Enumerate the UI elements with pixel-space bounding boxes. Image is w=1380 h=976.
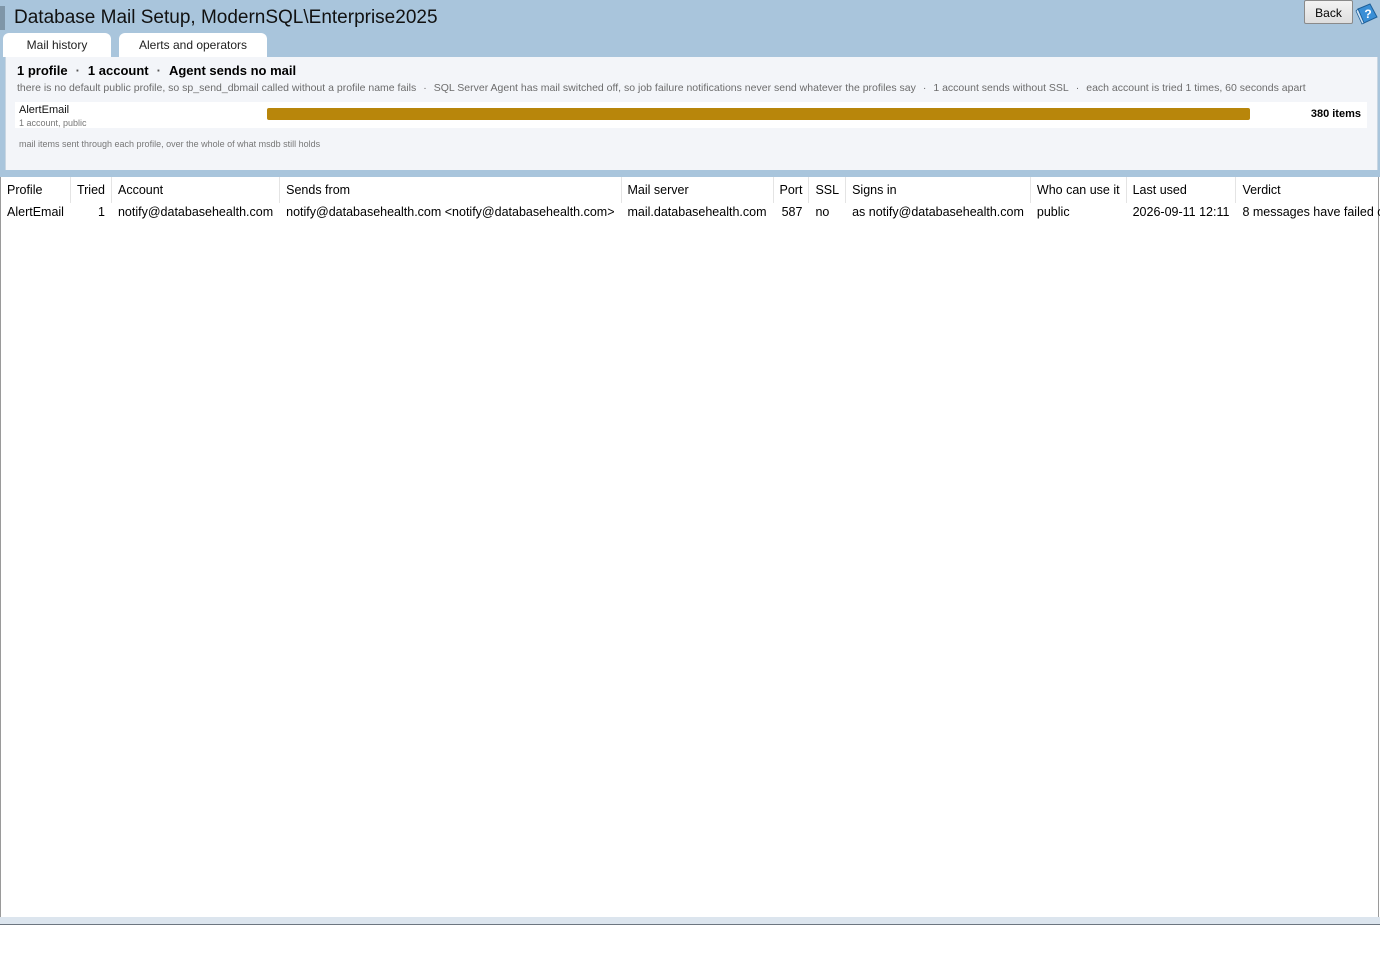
usage-footnote: mail items sent through each profile, ov… (19, 139, 321, 149)
warning-text: each account is tried 1 times, 60 second… (1086, 82, 1306, 94)
headline-separator: · (75, 63, 80, 78)
column-header-last-used[interactable]: Last used (1126, 177, 1237, 203)
accounts-table: Profile Tried Account Sends from Mail se… (1, 177, 1380, 221)
cell-account: notify@databasehealth.com (117, 205, 274, 219)
column-header-verdict[interactable]: Verdict (1235, 177, 1380, 203)
column-header-mail-server[interactable]: Mail server (621, 177, 774, 203)
warning-separator: · (423, 82, 427, 94)
cell-sends-from: notify@databasehealth.com <notify@databa… (286, 205, 615, 219)
svg-text:?: ? (1364, 7, 1371, 21)
title-accent-bar (0, 6, 5, 30)
header-band: Database Mail Setup, ModernSQL\Enterpris… (0, 0, 1380, 177)
column-header-profile[interactable]: Profile (1, 177, 71, 203)
cell-verdict: 8 messages have failed on it (1242, 205, 1380, 219)
usage-bar-fill (267, 108, 1250, 120)
warning-text: 1 account sends without SSL (933, 82, 1069, 94)
tab-mail-history[interactable]: Mail history (3, 33, 111, 57)
header-row: Profile Tried Account Sends from Mail se… (1, 177, 1380, 203)
profile-name: AlertEmail (19, 104, 70, 116)
bottom-edge (0, 917, 1380, 925)
cell-mail-server: mail.databasehealth.com (627, 205, 767, 219)
warning-text: SQL Server Agent has mail switched off, … (433, 82, 916, 94)
table-row[interactable]: AlertEmail 1 notify@databasehealth.com n… (1, 203, 1380, 221)
warning-separator: · (922, 82, 927, 94)
column-header-signs-in[interactable]: Signs in (845, 177, 1031, 203)
summary-panel: 1 profile · 1 account · Agent sends no mail … (5, 57, 1378, 170)
profile-usage-row: AlertEmail 1 account, public 380 items (15, 102, 1367, 128)
cell-port: 587 (781, 205, 803, 219)
warning-separator: · (1075, 82, 1080, 94)
cell-who-can-use-it: public (1036, 205, 1070, 219)
column-header-ssl[interactable]: SSL (808, 177, 847, 203)
column-header-who-can-use-it[interactable]: Who can use it (1030, 177, 1127, 203)
column-header-account[interactable]: Account (111, 177, 281, 203)
usage-bar-track (267, 108, 1250, 120)
items-count: 380 items (1310, 108, 1361, 120)
tab-alerts-and-operators[interactable]: Alerts and operators (119, 33, 267, 57)
cell-ssl: no (815, 205, 830, 219)
cell-last-used: 2026-09-11 12:11 (1132, 205, 1230, 219)
accounts-grid[interactable]: Profile Tried Account Sends from Mail se… (0, 177, 1380, 917)
column-header-sends-from[interactable]: Sends from (279, 177, 622, 203)
profile-detail: 1 account, public (19, 118, 87, 128)
column-header-port[interactable]: Port (773, 177, 810, 203)
column-header-tried[interactable]: Tried (70, 177, 112, 203)
window-title: Database Mail Setup, ModernSQL\Enterpris… (14, 7, 438, 28)
agent-mail-status: Agent sends no mail (168, 63, 297, 78)
profile-count: 1 profile (17, 63, 68, 78)
back-button[interactable]: Back (1304, 0, 1353, 24)
cell-tried: 1 (98, 205, 105, 219)
headline-separator: · (156, 63, 161, 78)
summary-headline: 1 profile · 1 account · Agent sends no mail (17, 63, 296, 78)
cell-profile: AlertEmail (7, 205, 64, 219)
warning-text: there is no default public profile, so s… (17, 82, 417, 94)
help-icon[interactable]: ? (1355, 2, 1379, 26)
account-count: 1 account (87, 63, 149, 78)
cell-signs-in: as notify@databasehealth.com (852, 205, 1024, 219)
warnings-line: there is no default public profile, so s… (17, 82, 1362, 94)
